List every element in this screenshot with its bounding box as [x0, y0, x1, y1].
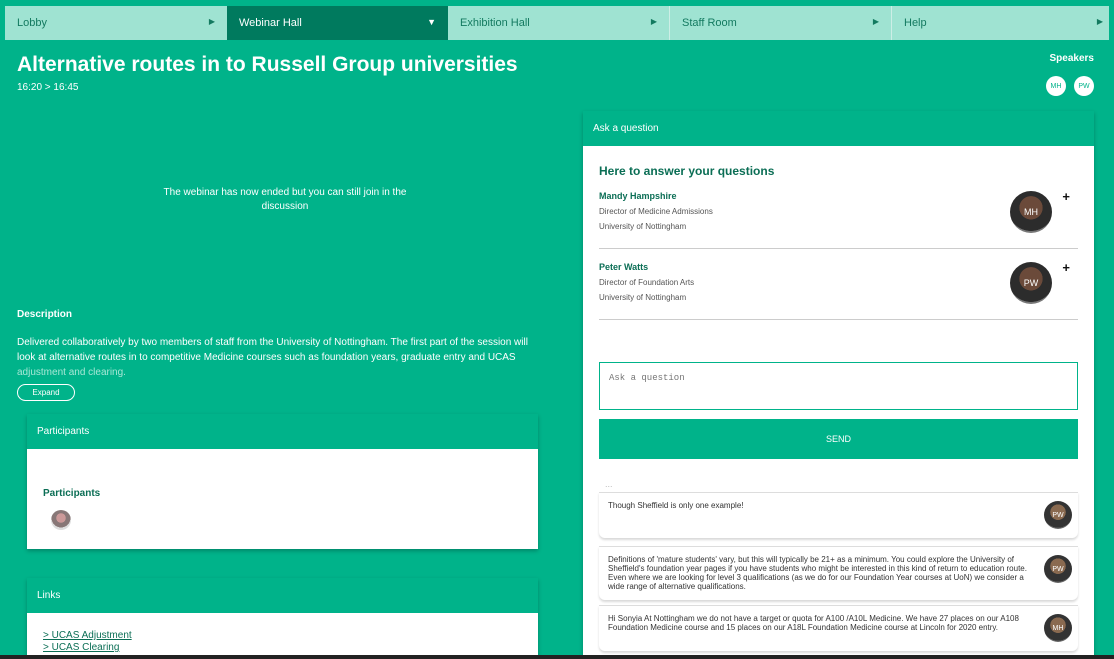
top-nav: Lobby ▶ Webinar Hall ▼ Exhibition Hall ▶…	[5, 6, 1109, 40]
nav-lobby[interactable]: Lobby ▶	[5, 6, 227, 40]
speaker-role: Director of Foundation Arts	[599, 278, 695, 287]
participant-avatar[interactable]	[51, 510, 71, 530]
plus-icon[interactable]: +	[1062, 189, 1070, 204]
message-avatar: PW	[1044, 501, 1072, 529]
chevron-right-icon: ▶	[208, 17, 215, 26]
participants-label: Participants	[43, 488, 101, 499]
speakers-label: Speakers	[1049, 53, 1094, 64]
webinar-ended-message: The webinar has now ended but you can st…	[163, 187, 407, 212]
speaker-role: Director of Medicine Admissions	[599, 207, 713, 216]
session-time: 16:20 > 16:45	[17, 82, 79, 93]
chevron-down-icon: ▼	[427, 17, 436, 27]
nav-lobby-label: Lobby	[17, 17, 47, 29]
qa-panel: Ask a question Here to answer your quest…	[583, 111, 1094, 659]
links-panel-header: Links	[27, 578, 538, 613]
nav-webinar-hall-label: Webinar Hall	[239, 17, 302, 29]
nav-help-label: Help	[904, 17, 927, 29]
message-avatar: MH	[1044, 614, 1072, 642]
link-ucas-adjustment[interactable]: > UCAS Adjustment	[43, 630, 132, 642]
link-ucas-clearing[interactable]: > UCAS Clearing	[43, 642, 132, 654]
links-panel: Links > UCAS Adjustment > UCAS Clearing	[27, 578, 538, 659]
nav-help[interactable]: Help ▶	[892, 6, 1109, 40]
expand-button[interactable]: Expand	[17, 384, 75, 401]
message-item: Hi Sonyia At Nottingham we do not have a…	[599, 605, 1078, 651]
session-title: Alternative routes in to Russell Group u…	[17, 53, 518, 76]
nav-exhibition-hall[interactable]: Exhibition Hall ▶	[448, 6, 669, 40]
speaker-avatar-pw[interactable]: PW	[1074, 76, 1094, 96]
speaker-avatar-mh[interactable]: MH	[1046, 76, 1066, 96]
description-body: Delivered collaboratively by two members…	[17, 337, 528, 363]
speaker-org: University of Nottingham	[599, 293, 687, 302]
nav-staff-room[interactable]: Staff Room ▶	[670, 6, 891, 40]
message-item: Definitions of 'mature students' vary, b…	[599, 546, 1078, 600]
chevron-right-icon: ▶	[650, 17, 657, 26]
description-heading: Description	[17, 309, 73, 320]
speaker-avatar[interactable]: PW	[1010, 262, 1052, 304]
loading-indicator: ...	[605, 479, 613, 489]
speaker-avatars: MH PW	[1046, 76, 1094, 96]
bottom-bar	[0, 655, 1114, 659]
question-input[interactable]: Ask a question	[599, 362, 1078, 410]
participants-panel: Participants Participants	[27, 414, 538, 549]
qa-heading: Here to answer your questions	[599, 164, 775, 178]
speaker-name: Mandy Hampshire	[599, 191, 677, 201]
participants-panel-header: Participants	[27, 414, 538, 449]
plus-icon[interactable]: +	[1062, 260, 1070, 275]
message-text: Definitions of 'mature students' vary, b…	[608, 555, 1027, 591]
speaker-avatar[interactable]: MH	[1010, 191, 1052, 233]
nav-staff-room-label: Staff Room	[682, 17, 737, 29]
nav-webinar-hall[interactable]: Webinar Hall ▼	[227, 6, 448, 40]
send-button[interactable]: SEND	[599, 419, 1078, 459]
message-item: Though Sheffield is only one example! PW	[599, 492, 1078, 538]
chevron-right-icon: ▶	[1096, 17, 1103, 26]
message-text: Hi Sonyia At Nottingham we do not have a…	[608, 614, 1019, 632]
message-text: Though Sheffield is only one example!	[608, 501, 744, 510]
chevron-right-icon: ▶	[872, 17, 879, 26]
description-text: Delivered collaboratively by two members…	[17, 335, 549, 380]
speaker-name: Peter Watts	[599, 262, 649, 272]
speaker-card-mandy: Mandy Hampshire Director of Medicine Adm…	[599, 189, 1078, 249]
nav-exhibition-hall-label: Exhibition Hall	[460, 17, 530, 29]
speaker-card-peter: Peter Watts Director of Foundation Arts …	[599, 260, 1078, 320]
qa-panel-header: Ask a question	[583, 111, 1094, 146]
speaker-org: University of Nottingham	[599, 222, 687, 231]
message-avatar: PW	[1044, 555, 1072, 583]
description-faded: adjustment and clearing.	[17, 367, 126, 378]
links-list: > UCAS Adjustment > UCAS Clearing	[43, 630, 132, 654]
